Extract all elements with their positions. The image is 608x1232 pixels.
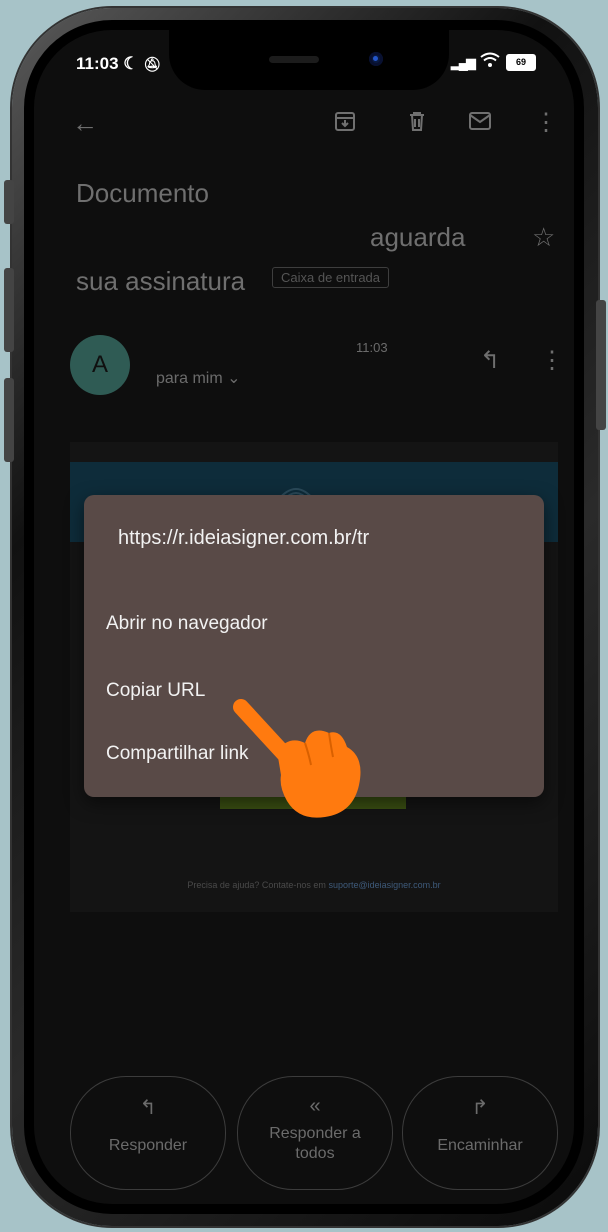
subject-line-3: sua assinatura: [76, 266, 246, 296]
more-vert-icon[interactable]: ⋮: [540, 346, 564, 375]
dnd-moon-icon: ☾: [123, 54, 139, 73]
star-icon[interactable]: ☆: [532, 222, 555, 253]
help-text: Precisa de ajuda? Contate-nos em: [187, 880, 329, 890]
signal-icon: ▂▄▆: [450, 54, 476, 70]
forward-icon: ↱: [471, 1097, 489, 1119]
copy-url-item[interactable]: Copiar URL: [106, 680, 205, 702]
menu-url: https://r.ideiasigner.com.br/tr: [118, 527, 370, 549]
pointing-hand-icon: [233, 699, 361, 818]
inbox-label-chip[interactable]: Caixa de entrada: [272, 267, 390, 288]
delete-icon[interactable]: [406, 110, 428, 137]
recipient-label: para mim: [156, 370, 223, 387]
reply-all-icon: «: [309, 1095, 321, 1117]
share-link-item[interactable]: Compartilhar link: [106, 743, 249, 765]
reply-all-button[interactable]: « Responder a todos: [237, 1076, 393, 1190]
open-in-browser-item[interactable]: Abrir no navegador: [106, 613, 268, 635]
subject-line-1: Documento: [76, 178, 209, 208]
reply-icon[interactable]: ↰: [480, 346, 500, 375]
wifi-icon: [480, 52, 500, 73]
reply-button[interactable]: ↰ Responder: [70, 1076, 226, 1190]
status-time: 11:03 ☾ 🔕︎: [76, 54, 162, 73]
email-time: 11:03: [356, 340, 388, 355]
status-icons: ▂▄▆ 69: [451, 52, 536, 73]
more-vert-icon[interactable]: ⋮: [534, 108, 558, 137]
volume-down-button: [4, 378, 14, 462]
speaker: [269, 56, 319, 63]
forward-label: Encaminhar: [437, 1137, 523, 1154]
mark-unread-icon[interactable]: [468, 111, 492, 136]
camera: [369, 52, 383, 66]
archive-icon[interactable]: [334, 110, 356, 137]
recipient-toggle[interactable]: para mim ⌄: [156, 368, 241, 388]
reply-icon: ↰: [139, 1097, 157, 1119]
volume-up-button: [4, 268, 14, 352]
subject-line-2: aguarda: [370, 222, 466, 252]
avatar[interactable]: A: [70, 335, 130, 395]
screen: 11:03 ☾ 🔕︎ ▂▄▆ 69 ← ⋮ Documento aguarda …: [34, 30, 574, 1204]
forward-button[interactable]: ↱ Encaminhar: [402, 1076, 558, 1190]
silent-switch: [4, 180, 14, 224]
battery-icon: 69: [506, 54, 536, 71]
support-email-link[interactable]: suporte@ideiasigner.com.br: [328, 880, 440, 890]
back-arrow-icon[interactable]: ←: [72, 108, 98, 139]
help-footer: Precisa de ajuda? Contate-nos em suporte…: [70, 880, 558, 890]
reply-label: Responder: [108, 1137, 188, 1154]
notch: [169, 30, 449, 90]
bell-off-icon: 🔕︎: [143, 56, 162, 72]
power-button: [596, 300, 606, 430]
chevron-down-icon: ⌄: [227, 370, 241, 387]
reply-all-label: Responder a todos: [269, 1125, 361, 1162]
